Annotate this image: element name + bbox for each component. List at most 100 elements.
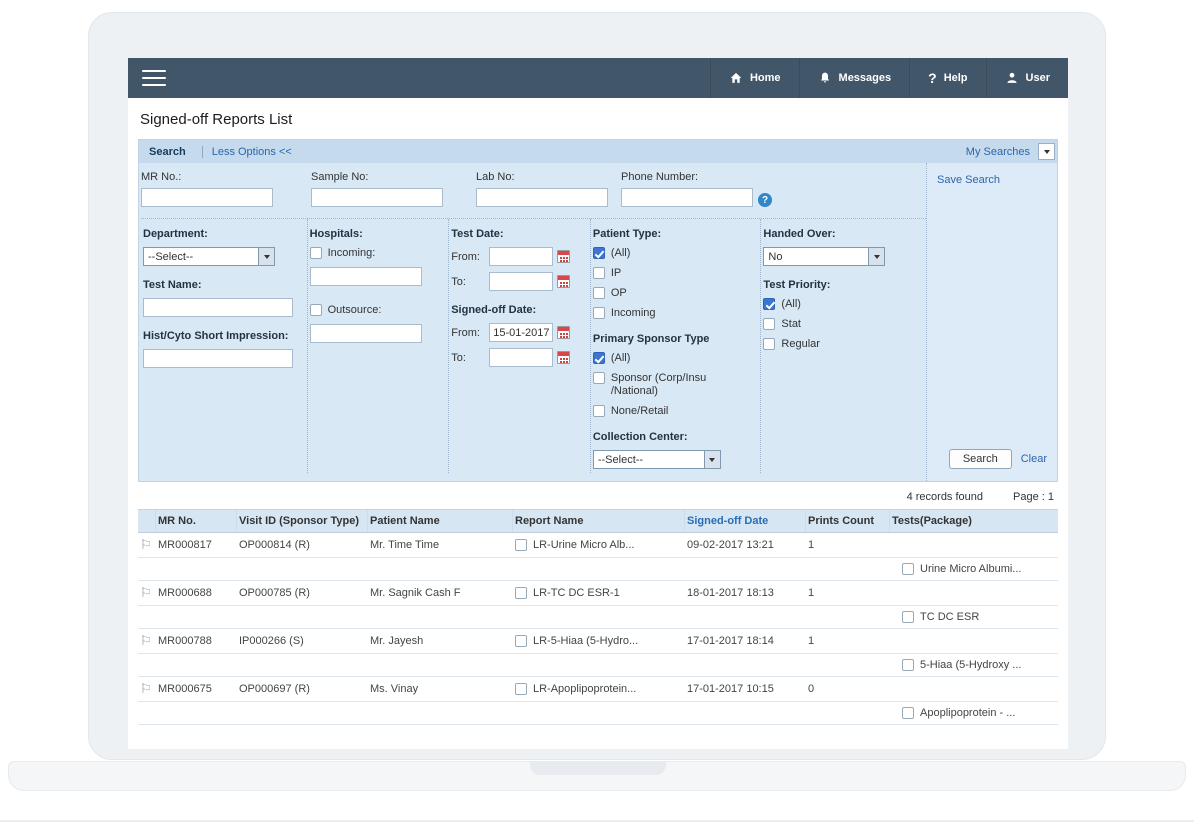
nav-user[interactable]: User — [985, 58, 1068, 98]
flag-icon[interactable]: ⚐ — [140, 538, 152, 552]
collection-center-select[interactable]: --Select-- — [592, 450, 721, 469]
priority-regular-checkbox[interactable] — [763, 338, 776, 350]
search-panel-body: MR No.: Sample No: Lab No: Phone Number:… — [139, 163, 1057, 481]
results-table-body: ⚐ MR000817 OP000814 (R) Mr. Time Time LR… — [138, 533, 1058, 725]
sponsor-option[interactable]: (All) — [592, 352, 753, 365]
outsource-checkbox[interactable] — [309, 304, 322, 316]
outsource-checkbox-item[interactable]: Outsource: — [309, 304, 441, 317]
sponsor-none-checkbox[interactable] — [592, 405, 605, 417]
laptop-frame: Home Messages Help User Signed-off Repor… — [88, 12, 1106, 760]
test-package-row: 5-Hiaa (5-Hydroxy ... — [138, 654, 1058, 677]
incoming-checkbox-item[interactable]: Incoming: — [309, 247, 441, 260]
mr-no-cell: MR000788 — [158, 635, 212, 647]
flag-icon[interactable]: ⚐ — [140, 586, 152, 600]
mr-no-input[interactable] — [141, 188, 273, 207]
report-name-text: LR-Apoplipoprotein... — [533, 683, 637, 695]
nav-home[interactable]: Home — [709, 58, 799, 98]
search-button[interactable]: Search — [948, 449, 1012, 469]
patient-type-option[interactable]: (All) — [592, 247, 753, 260]
test-package-text: TC DC ESR — [920, 611, 980, 623]
calendar-icon[interactable] — [557, 351, 571, 364]
signed-off-from-input[interactable] — [489, 323, 554, 342]
nav-help[interactable]: Help — [909, 58, 985, 98]
patient-type-incoming-checkbox[interactable] — [592, 307, 605, 319]
outsource-input[interactable] — [309, 324, 422, 343]
table-row: ⚐ MR000688 OP000785 (R) Mr. Sagnik Cash … — [138, 581, 1058, 606]
department-select[interactable]: --Select-- — [143, 247, 275, 266]
sample-no-input[interactable] — [311, 188, 443, 207]
patient-type-ip-checkbox[interactable] — [592, 267, 605, 279]
calendar-icon[interactable] — [557, 326, 571, 339]
col-prints-count[interactable]: Prints Count — [806, 510, 890, 532]
incoming-input[interactable] — [309, 267, 422, 286]
test-date-from-input[interactable] — [489, 247, 554, 266]
col-signed-off-date[interactable]: Signed-off Date — [685, 510, 806, 532]
help-icon[interactable]: ? — [758, 193, 772, 207]
flag-column-header — [138, 510, 156, 532]
less-options-toggle[interactable]: Less Options << — [212, 146, 292, 158]
calendar-icon[interactable] — [557, 275, 571, 288]
col-tests-package[interactable]: Tests(Package) — [890, 510, 1058, 532]
sponsor-corp-checkbox[interactable] — [592, 372, 605, 384]
home-icon — [730, 72, 742, 83]
test-date-to-input[interactable] — [489, 272, 554, 291]
priority-option[interactable]: Stat — [763, 318, 918, 331]
prints-count-cell: 1 — [808, 587, 815, 599]
test-package-checkbox[interactable] — [902, 611, 914, 623]
sponsor-option[interactable]: None/Retail — [592, 405, 753, 418]
nav-messages[interactable]: Messages — [798, 58, 910, 98]
prints-count-cell: 1 — [808, 635, 815, 647]
incoming-checkbox[interactable] — [309, 247, 322, 259]
column-handed-over: Handed Over: No Test Priority: (All) Sta… — [761, 219, 926, 473]
table-row: ⚐ MR000788 IP000266 (S) Mr. Jayesh LR-5-… — [138, 629, 1058, 654]
signed-off-date-cell: 18-01-2017 18:13 — [687, 587, 774, 599]
patient-type-option[interactable]: IP — [592, 267, 753, 280]
nav-help-label: Help — [943, 72, 968, 84]
test-package-checkbox[interactable] — [902, 707, 914, 719]
patient-type-op-checkbox[interactable] — [592, 287, 605, 299]
report-checkbox[interactable] — [515, 539, 527, 551]
flag-icon[interactable]: ⚐ — [140, 634, 152, 648]
patient-name-cell: Mr. Sagnik Cash F — [370, 587, 461, 599]
menu-icon[interactable] — [142, 70, 166, 86]
handed-over-select[interactable]: No — [763, 247, 886, 266]
report-checkbox[interactable] — [515, 635, 527, 647]
panel-right-column: Save Search Search Clear — [926, 163, 1057, 481]
col-report-name[interactable]: Report Name — [513, 510, 685, 532]
my-searches-dropdown[interactable] — [1038, 143, 1055, 160]
clear-link[interactable]: Clear — [1021, 453, 1047, 465]
priority-all-checkbox[interactable] — [763, 298, 776, 310]
report-checkbox[interactable] — [515, 683, 527, 695]
patient-type-option[interactable]: OP — [592, 287, 753, 300]
my-searches-link[interactable]: My Searches — [966, 146, 1030, 158]
flag-icon[interactable]: ⚐ — [140, 682, 152, 696]
priority-option[interactable]: (All) — [763, 298, 918, 311]
priority-option[interactable]: Regular — [763, 338, 918, 351]
report-name-cell: LR-Urine Micro Alb... — [513, 539, 685, 551]
test-name-input[interactable] — [143, 298, 293, 317]
table-row: ⚐ MR000817 OP000814 (R) Mr. Time Time LR… — [138, 533, 1058, 558]
test-package-checkbox[interactable] — [902, 659, 914, 671]
save-search-link[interactable]: Save Search — [937, 174, 1047, 186]
patient-type-option[interactable]: Incoming — [592, 307, 753, 320]
test-package-cell: 5-Hiaa (5-Hydroxy ... — [890, 659, 1058, 671]
chevron-down-icon — [868, 248, 885, 265]
results-table: MR No. Visit ID (Sponsor Type) Patient N… — [138, 509, 1058, 725]
calendar-icon[interactable] — [557, 250, 571, 263]
lab-no-input[interactable] — [476, 188, 608, 207]
sponsor-all-checkbox[interactable] — [592, 352, 605, 364]
test-package-checkbox[interactable] — [902, 563, 914, 575]
phone-input[interactable] — [621, 188, 753, 207]
page-indicator: Page : 1 — [1013, 491, 1054, 503]
priority-stat-checkbox[interactable] — [763, 318, 776, 330]
patient-type-all-checkbox[interactable] — [592, 247, 605, 259]
visit-id-cell: IP000266 (S) — [239, 635, 304, 647]
signed-off-to-input[interactable] — [489, 348, 554, 367]
col-patient-name[interactable]: Patient Name — [368, 510, 513, 532]
sponsor-option[interactable]: Sponsor (Corp/Insu /National) — [592, 372, 753, 398]
col-visit-id[interactable]: Visit ID (Sponsor Type) — [237, 510, 368, 532]
hist-cyto-input[interactable] — [143, 349, 293, 368]
visit-id-cell: OP000697 (R) — [239, 683, 310, 695]
report-checkbox[interactable] — [515, 587, 527, 599]
col-mr-no[interactable]: MR No. — [156, 510, 237, 532]
